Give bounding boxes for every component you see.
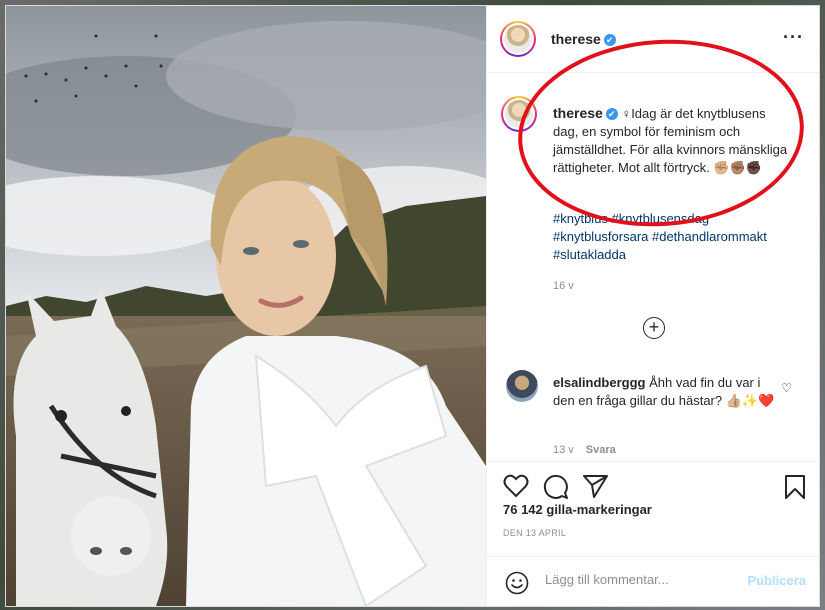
photo-illustration — [6, 6, 486, 606]
commenter-avatar[interactable] — [506, 370, 538, 402]
caption-username[interactable]: therese — [553, 105, 603, 121]
comment-time[interactable]: 13 v — [553, 444, 574, 456]
comment-body: elsalindberggg Åhh vad fin du var i den … — [553, 374, 778, 410]
save-bookmark-icon[interactable] — [784, 474, 806, 500]
publish-button[interactable]: Publicera — [747, 573, 806, 588]
caption-hashtags[interactable]: #knytblus #knytblusensdag #knytblusforsa… — [553, 210, 803, 264]
like-count[interactable]: 76 142 gilla-markeringar — [503, 502, 652, 517]
caption-body: therese ✔ ♀Idag är det knytblusens dag, e… — [553, 104, 793, 177]
verified-badge-icon: ✔ — [605, 108, 618, 120]
comment-item: elsalindberggg Åhh vad fin du var i den … — [501, 366, 806, 461]
caption-time[interactable]: 16 v — [553, 280, 574, 292]
post-date[interactable]: DEN 13 APRIL — [503, 528, 566, 538]
add-comment-input[interactable] — [543, 571, 737, 588]
comment-meta: 13 v Svara — [553, 444, 616, 456]
caption-avatar[interactable] — [501, 96, 537, 132]
plus-circle-icon[interactable]: + — [643, 317, 665, 339]
comment-bubble-icon[interactable] — [543, 474, 569, 500]
like-heart-icon[interactable] — [503, 474, 529, 498]
post-photo[interactable] — [6, 6, 486, 606]
comment-like-heart-icon[interactable]: ♡ — [781, 381, 792, 395]
author-name-row: therese ✔ — [551, 31, 616, 49]
author-avatar[interactable] — [500, 21, 536, 57]
reply-button[interactable]: Svara — [586, 444, 616, 456]
add-comment-bar: Publicera — [487, 556, 819, 606]
verified-badge-icon: ✔ — [603, 34, 616, 46]
post-dialog: therese ✔ ··· therese ✔ ♀Idag är det knytb… — [5, 5, 820, 607]
post-header: therese ✔ ··· — [487, 6, 819, 73]
post-side-panel: therese ✔ ··· therese ✔ ♀Idag är det knytb… — [486, 6, 819, 606]
more-options-icon[interactable]: ··· — [783, 28, 804, 46]
comment-username[interactable]: elsalindberggg — [553, 375, 645, 390]
author-username[interactable]: therese — [551, 31, 601, 47]
emoji-smiley-icon[interactable] — [505, 571, 529, 595]
share-paper-plane-icon[interactable] — [583, 474, 609, 498]
action-bar — [487, 461, 819, 502]
